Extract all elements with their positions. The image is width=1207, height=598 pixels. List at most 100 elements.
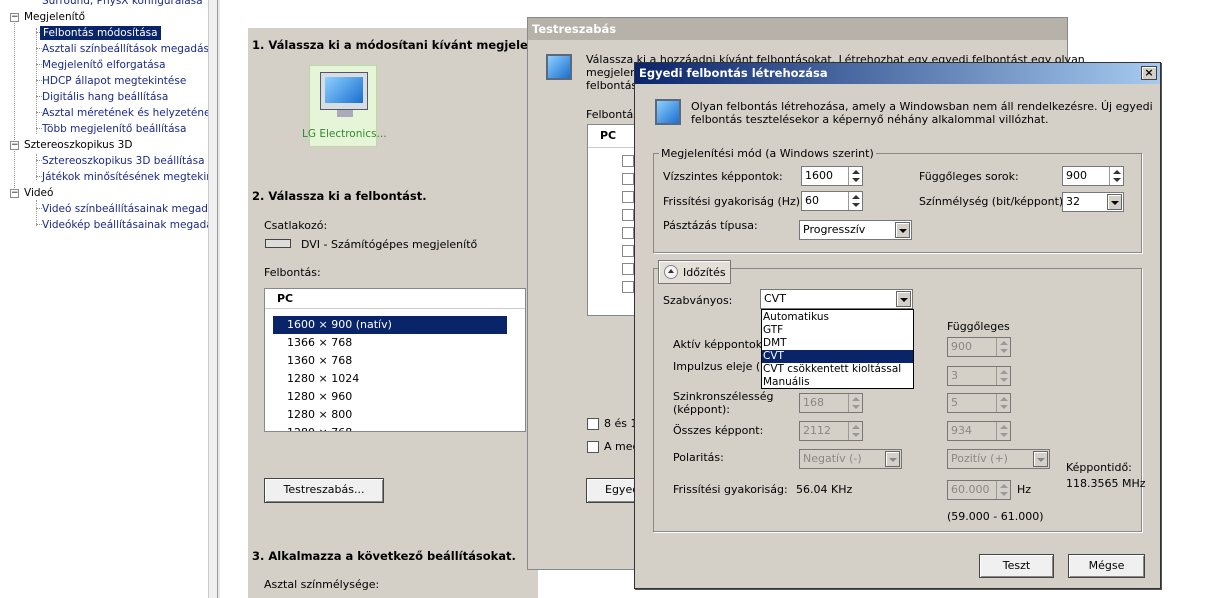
dropdown-arrow-icon[interactable]: [1107, 194, 1122, 210]
color-depth-label: Színmélység (bit/képpont):: [919, 195, 1067, 208]
spin-arrows-icon[interactable]: [848, 422, 862, 440]
collapse-toggle-icon[interactable]: −: [10, 189, 19, 198]
customize-dialog-title: Testreszabás: [528, 18, 1067, 40]
dropdown-option[interactable]: GTF: [762, 324, 913, 337]
tree-item-stereo3d-setup[interactable]: Sztereoszkopikus 3D beállítása: [42, 154, 205, 168]
sync-h-input[interactable]: 168: [799, 393, 863, 413]
h-pixels-input[interactable]: 1600: [801, 166, 863, 186]
dropdown-arrow-icon[interactable]: [896, 291, 911, 307]
timing-toggle-button[interactable]: Időzítés: [658, 260, 731, 284]
total-pixels-label: Összes képpont:: [673, 424, 764, 437]
spin-arrows-icon[interactable]: [1109, 167, 1123, 185]
refresh-label: Frissítési gyakoriság (Hz):: [663, 195, 804, 208]
v-lines-input[interactable]: 900: [1062, 166, 1124, 186]
spin-arrows-icon[interactable]: [848, 192, 862, 210]
customize-button[interactable]: Testreszabás...: [264, 478, 384, 503]
total-v-input[interactable]: 934: [947, 421, 1011, 441]
connector-label: Csatlakozó:: [264, 219, 328, 232]
resolution-checkbox[interactable]: [622, 173, 634, 185]
total-h-input[interactable]: 2112: [799, 421, 863, 441]
bitdepth-checkbox[interactable]: [587, 418, 599, 430]
dropdown-option[interactable]: CVT csökkentett kioltással: [762, 363, 913, 376]
step1-heading: 1. Válassza ki a módosítani kívánt megje…: [252, 38, 564, 52]
dropdown-option[interactable]: Manuális: [762, 376, 913, 389]
tree-item-game-ratings[interactable]: Játékok minősítésének megtekintés: [42, 170, 215, 184]
spin-arrows-icon[interactable]: [848, 167, 862, 185]
tree-category-video[interactable]: Videó: [24, 186, 53, 200]
standard-select[interactable]: CVT: [760, 289, 913, 309]
monitor-label: LG Electronics...: [302, 128, 387, 140]
spin-arrows-icon[interactable]: [848, 394, 862, 412]
tree-item-desktop-color[interactable]: Asztali színbeállítások megadása: [42, 42, 215, 56]
settings-tree: Surround, PhysX konfigurálása − Megjelen…: [0, 0, 216, 598]
resolution-checkbox[interactable]: [622, 281, 634, 293]
spin-arrows-icon[interactable]: [996, 367, 1010, 385]
pulse-v-input[interactable]: 3: [947, 366, 1011, 386]
tree-item-multi-display[interactable]: Több megjelenítő beállítása: [42, 122, 186, 136]
standard-dropdown-list[interactable]: Automatikus GTF DMT CVT CVT csökkentett …: [761, 309, 914, 389]
polarity-label: Polaritás:: [673, 451, 724, 464]
sync-v-input[interactable]: 5: [947, 393, 1011, 413]
tree-item-change-resolution[interactable]: Felbontás módosítása: [40, 26, 161, 40]
resolution-list[interactable]: PC 1600 × 900 (natív) 1366 × 768 1360 × …: [264, 288, 526, 432]
tree-item-surround[interactable]: Surround, PhysX konfigurálása: [42, 0, 203, 8]
tree-scrollbar[interactable]: [208, 0, 217, 598]
close-icon[interactable]: ×: [1141, 66, 1157, 80]
dropdown-arrow-icon[interactable]: [1033, 451, 1048, 467]
resolution-checkbox[interactable]: [622, 227, 634, 239]
color-depth-select[interactable]: 32: [1062, 192, 1124, 212]
display-mode-group-label: Megjelenítési mód (a Windows szerint): [659, 147, 876, 160]
dropdown-arrow-icon[interactable]: [895, 222, 910, 238]
tree-item-rotate-display[interactable]: Megjelenítő elforgatása: [42, 58, 166, 72]
freq-unit: Hz: [1017, 483, 1032, 496]
tree-category-stereo3d[interactable]: Sztereoszkopikus 3D: [24, 138, 132, 152]
collapse-toggle-icon[interactable]: −: [10, 141, 19, 150]
dropdown-option[interactable]: DMT: [762, 337, 913, 350]
monitor-modes-checkbox[interactable]: [587, 441, 599, 453]
freq-v-input[interactable]: 60.000: [947, 480, 1011, 500]
list-item[interactable]: 1600 × 900 (natív): [273, 316, 507, 334]
spin-arrows-icon[interactable]: [996, 422, 1010, 440]
tree-item-hdcp-status[interactable]: HDCP állapot megtekintése: [42, 74, 186, 88]
display-glyph-icon: [655, 99, 681, 125]
custom-resolution-title: Egyedi felbontás létrehozása: [635, 63, 1160, 84]
tree-item-video-color[interactable]: Videó színbeállításainak megadása: [42, 202, 215, 216]
spin-arrows-icon[interactable]: [996, 338, 1010, 356]
list-item[interactable]: 1280 × 768: [273, 424, 507, 431]
list-item[interactable]: 1280 × 800: [273, 406, 507, 424]
test-button[interactable]: Teszt: [979, 554, 1054, 578]
list-item[interactable]: 1280 × 960: [273, 388, 507, 406]
refresh-input[interactable]: 60: [801, 191, 863, 211]
pixel-clock-value: 118.3565 MHz: [1066, 477, 1146, 490]
dropdown-option[interactable]: CVT: [762, 350, 913, 363]
cancel-button[interactable]: Mégse: [1068, 554, 1145, 578]
tree-item-video-image[interactable]: Videókép beállításainak megadása: [42, 218, 215, 232]
active-v-input[interactable]: 900: [947, 337, 1011, 357]
spin-arrows-icon[interactable]: [996, 394, 1010, 412]
intro-line2: felbontás tesztelésekor a képernyő néhán…: [691, 113, 1049, 126]
pulse-label: Impulzus eleje (ke: [673, 360, 773, 373]
resolution-checkbox[interactable]: [622, 245, 634, 257]
polarity-h-select[interactable]: Negatív (-): [799, 449, 902, 469]
list-item[interactable]: 1280 × 1024: [273, 370, 507, 388]
resolution-checkbox[interactable]: [622, 209, 634, 221]
timing-button-label: Időzítés: [683, 266, 726, 279]
resolution-checkbox[interactable]: [622, 155, 634, 167]
polarity-v-select[interactable]: Pozitív (+): [947, 449, 1050, 469]
tree-category-display[interactable]: Megjelenítő: [24, 10, 85, 24]
dropdown-arrow-icon[interactable]: [885, 451, 900, 467]
monitor-icon: [320, 72, 368, 117]
scan-select[interactable]: Progresszív: [799, 220, 912, 240]
resolution-checkbox[interactable]: [622, 263, 634, 275]
step2-heading: 2. Válassza ki a felbontást.: [252, 189, 427, 203]
tree-item-desktop-size[interactable]: Asztal méretének és helyzetének be: [42, 106, 215, 120]
monitor-tile[interactable]: LG Electronics...: [302, 65, 387, 147]
dropdown-option[interactable]: Automatikus: [762, 311, 913, 324]
resolution-checkbox[interactable]: [622, 191, 634, 203]
list-item[interactable]: 1366 × 768: [273, 334, 507, 352]
collapse-toggle-icon[interactable]: −: [10, 13, 19, 22]
list-item[interactable]: 1360 × 768: [273, 352, 507, 370]
tree-item-digital-audio[interactable]: Digitális hang beállítása: [42, 90, 168, 104]
spin-arrows-icon[interactable]: [996, 481, 1010, 499]
color-depth-label: Asztal színmélysége:: [264, 578, 380, 591]
